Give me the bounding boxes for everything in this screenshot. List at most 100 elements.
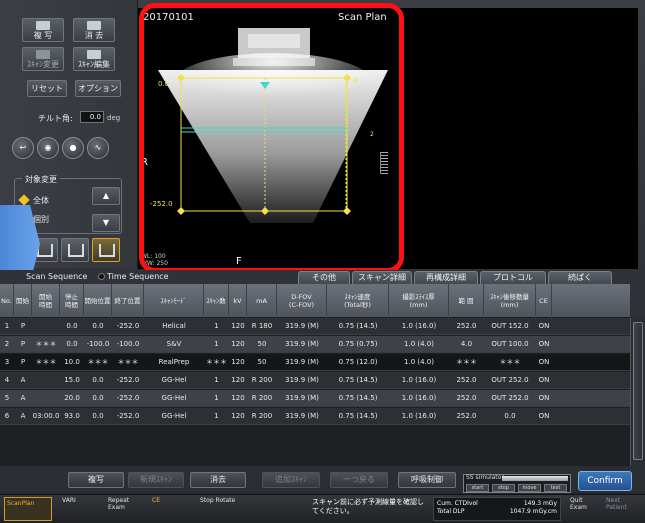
- rotate-icon[interactable]: ↩: [12, 137, 34, 159]
- scan-edit-button[interactable]: ｽｷｬﾝ編集: [73, 47, 115, 71]
- header-move-after: ｽｷｬﾝ後移動量 (mm): [484, 284, 536, 318]
- copy-row-button[interactable]: 複写: [68, 472, 124, 488]
- confirm-button[interactable]: Confirm: [578, 471, 632, 491]
- cell-dfov: 319.9 (M): [285, 376, 319, 384]
- tab-continue[interactable]: 続ぱく: [548, 271, 612, 284]
- move-down-button[interactable]: ▼: [92, 214, 120, 232]
- scroll-thumb[interactable]: [633, 322, 643, 460]
- head-icon[interactable]: ●: [62, 137, 84, 159]
- reset-button[interactable]: リセット: [27, 80, 67, 97]
- table-row[interactable]: 6 A 03:00.0 93.0 0.0 -252.0 GG-Hel 1 120 R 200 319…: [0, 408, 630, 425]
- table-row[interactable]: 4 A 15.0 0.0 -252.0 GG-Hel 1 120 R 200 319.9 (M) 0…: [0, 372, 630, 389]
- header-scan-mode: ｽｷｬﾝﾓｰﾄﾞ: [144, 284, 204, 318]
- delete-button[interactable]: 消 去: [73, 18, 115, 42]
- next-patient-button[interactable]: Next Patient: [606, 497, 642, 521]
- cell-kv: 120: [231, 322, 245, 330]
- undo-button[interactable]: 一つ戻る: [330, 472, 388, 488]
- tab-protocol[interactable]: プロトコル: [480, 271, 546, 284]
- table-row[interactable]: 3 P ＊＊＊ 10.0 ＊＊＊ ＊＊＊ RealPrep ＊＊＊ 120 50 319.9 (M)…: [0, 354, 630, 371]
- cell-scan-count: 1: [214, 376, 219, 384]
- header-ma: mA: [247, 284, 277, 318]
- sim-move-button[interactable]: move: [518, 484, 541, 492]
- stop-rotate-button[interactable]: Stop Rotate: [200, 497, 240, 521]
- cell-slice-thickness: 1.0 (4.0): [404, 358, 434, 366]
- new-scan-button[interactable]: 新規ｽｷｬﾝ: [128, 472, 184, 488]
- cell-move-after: OUT 252.0: [491, 376, 529, 384]
- cell-start: A: [20, 376, 26, 384]
- cell-no: 6: [4, 412, 10, 420]
- cell-no: 1: [4, 322, 10, 330]
- simulator-progress: [502, 476, 568, 481]
- scan-change-button[interactable]: ｽｷｬﾝ変更: [22, 47, 64, 71]
- cell-dfov: 319.9 (M): [285, 340, 319, 348]
- mode-button-2[interactable]: [61, 238, 89, 262]
- header-start: 開始: [14, 284, 32, 318]
- cell-range: 4.0: [460, 340, 473, 348]
- cell-scan-mode: Helical: [162, 322, 186, 330]
- people-icon: [36, 50, 50, 59]
- header-stop-time: 停止 時間: [60, 284, 84, 318]
- tab-time-sequence[interactable]: Time Sequence: [98, 270, 169, 284]
- option-button[interactable]: オプション: [75, 80, 121, 97]
- cell-no: 4: [4, 376, 10, 384]
- move-up-button[interactable]: ▲: [92, 187, 120, 205]
- cell-kv: 120: [231, 412, 245, 420]
- cell-start-pos: -100.0: [86, 340, 110, 348]
- highlight-frame: [139, 3, 404, 273]
- cell-start: A: [20, 394, 26, 402]
- cell-no: 5: [4, 394, 10, 402]
- wave-icon[interactable]: ∿: [87, 137, 109, 159]
- cell-scan-count: 1: [214, 412, 219, 420]
- cell-ce: ON: [538, 358, 550, 366]
- tab-recon-detail[interactable]: 再構成詳細: [414, 271, 478, 284]
- all-option[interactable]: 全体: [33, 195, 49, 206]
- sound-icon[interactable]: ◉: [37, 137, 59, 159]
- cell-ma: R 200: [251, 376, 273, 384]
- header-no: No.: [0, 284, 14, 318]
- quit-exam-button[interactable]: Quit Exam: [570, 497, 600, 521]
- sim-test-button[interactable]: test: [544, 484, 567, 492]
- cell-stop-time: 0.0: [66, 322, 78, 330]
- cell-end-pos: -252.0: [116, 412, 140, 420]
- header-scan-speed: ｽｷｬﾝ速度 (Total秒): [327, 284, 389, 318]
- cell-scan-speed: 0.75 (14.5): [338, 412, 378, 420]
- tab-scan-sequence[interactable]: Scan Sequence: [26, 270, 87, 284]
- ce-button[interactable]: CE: [152, 497, 192, 521]
- sim-start-button[interactable]: start: [466, 484, 489, 492]
- table-row[interactable]: 1 P 0.0 0.0 -252.0 Helical 1 120 R 180 319.9 (M) 0…: [0, 318, 630, 335]
- sim-stop-button[interactable]: stop: [492, 484, 515, 492]
- vari-button[interactable]: VARI: [62, 497, 102, 521]
- cell-scan-speed: 0.75 (0.75): [338, 340, 378, 348]
- cell-scan-speed: 0.75 (14.5): [338, 394, 378, 402]
- cell-start: P: [20, 340, 26, 348]
- cell-ce: ON: [538, 394, 550, 402]
- tilt-label: チルト角:: [38, 114, 73, 123]
- copy-button[interactable]: 複 写: [22, 18, 64, 42]
- repeat-exam-button[interactable]: Repeat Exam: [108, 497, 144, 521]
- header-end-pos: 終了位置: [112, 284, 144, 318]
- delete-row-button[interactable]: 消去: [190, 472, 246, 488]
- scanplan-status-button[interactable]: ScanPlan: [4, 497, 52, 521]
- tilt-field[interactable]: 0.0: [80, 111, 104, 123]
- scanner-icon: [87, 50, 101, 59]
- breath-control-button[interactable]: 呼吸制御: [398, 472, 456, 488]
- tab-scan-detail[interactable]: スキャン詳細: [352, 271, 412, 284]
- cell-move-after: OUT 100.0: [491, 340, 529, 348]
- cell-kv: 120: [231, 358, 245, 366]
- cell-scan-count: ＊＊＊: [206, 358, 227, 366]
- cell-range: 252.0: [456, 394, 477, 402]
- table-row[interactable]: 5 A 20.0 0.0 -252.0 GG-Hel 1 120 R 200 319.9 (M) 0…: [0, 390, 630, 407]
- table-scrollbar[interactable]: [630, 318, 645, 466]
- tab-other[interactable]: その他: [298, 271, 350, 284]
- cell-ma: R 200: [251, 412, 273, 420]
- mode-button-3[interactable]: [92, 238, 120, 262]
- table-row[interactable]: 2 P ＊＊＊ 0.0 -100.0 -100.0 S&V 1 120 50 319.9 (M) 0.…: [0, 336, 630, 353]
- cell-stop-time: 93.0: [64, 412, 80, 420]
- add-scan-button[interactable]: 追加ｽｷｬﾝ: [262, 472, 320, 488]
- secondary-view[interactable]: [407, 8, 638, 269]
- cell-start-pos: 0.0: [92, 412, 104, 420]
- cell-start-time: [32, 372, 60, 388]
- status-message: スキャン前に必ず予測線量を確認してください。: [312, 498, 424, 515]
- cell-kv: 120: [231, 394, 245, 402]
- individual-option[interactable]: 個別: [33, 214, 49, 225]
